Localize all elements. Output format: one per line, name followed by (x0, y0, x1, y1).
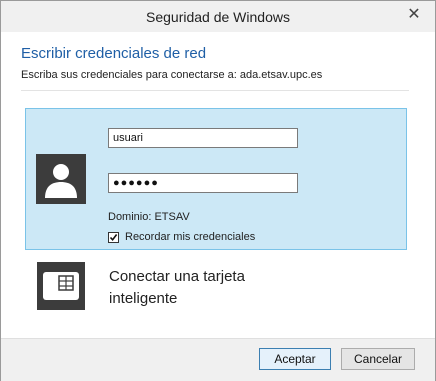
remember-checkbox[interactable] (108, 231, 119, 243)
credential-dialog: Seguridad de Windows ✕ Escribir credenci… (0, 0, 436, 381)
accept-button[interactable]: Aceptar (259, 348, 331, 370)
title-bar: Seguridad de Windows ✕ (1, 1, 435, 32)
dialog-heading: Escribir credenciales de red (21, 45, 207, 62)
user-icon (36, 154, 86, 204)
password-input[interactable]: ●●●●●● (108, 173, 298, 193)
domain-label: Dominio: ETSAV (108, 211, 190, 223)
button-bar: Aceptar Cancelar (1, 338, 435, 381)
smartcard-label: Conectar una tarjeta inteligente (109, 268, 245, 307)
checkmark-icon (109, 233, 118, 241)
credential-tile[interactable]: usuari ●●●●●● Dominio: ETSAV Recordar mi… (25, 108, 407, 250)
divider (21, 90, 409, 91)
dialog-content: Escribir credenciales de red Escriba sus… (1, 32, 435, 338)
dialog-subheading: Escriba sus credenciales para conectarse… (21, 69, 323, 81)
close-icon: ✕ (407, 6, 421, 23)
remember-credentials[interactable]: Recordar mis credenciales (108, 231, 255, 243)
remember-label: Recordar mis credenciales (125, 231, 256, 243)
window-title: Seguridad de Windows (146, 9, 290, 25)
smartcard-icon (37, 262, 85, 310)
smartcard-option[interactable]: Conectar una tarjeta inteligente (27, 260, 407, 320)
username-input[interactable]: usuari (108, 128, 298, 148)
close-button[interactable]: ✕ (399, 2, 429, 28)
cancel-button[interactable]: Cancelar (341, 348, 415, 370)
